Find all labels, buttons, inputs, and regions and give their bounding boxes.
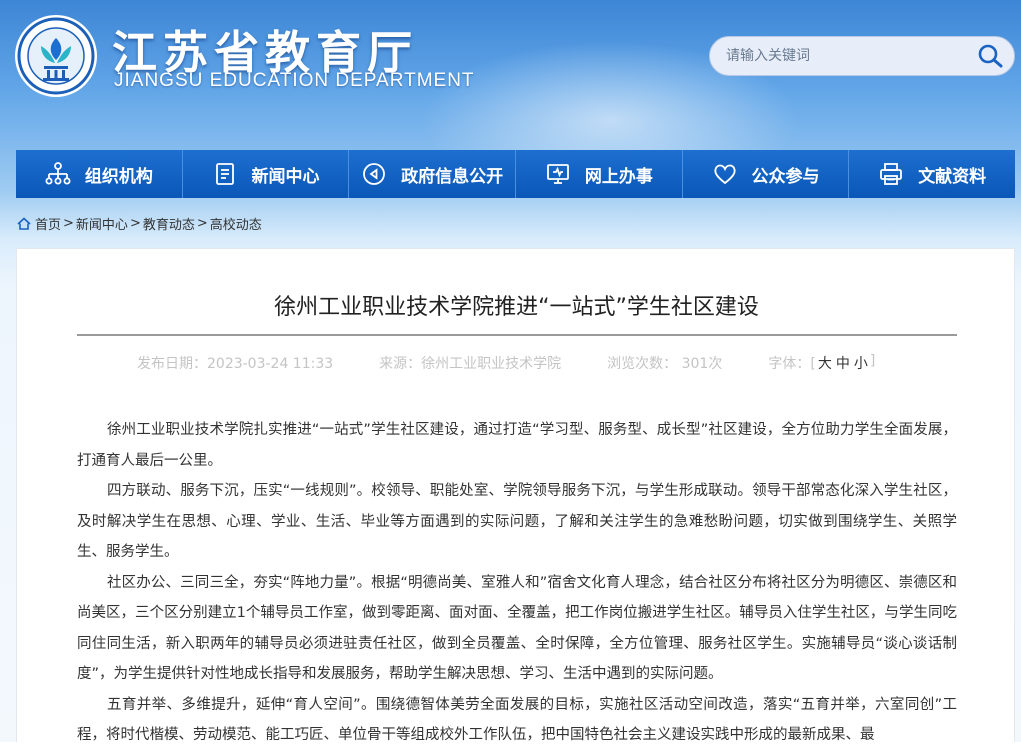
nav-label: 文献资料 xyxy=(918,166,987,187)
breadcrumb-education-news[interactable]: 教育动态 xyxy=(143,214,195,233)
nav-label: 政府信息公开 xyxy=(401,166,504,187)
breadcrumb-home[interactable]: 首页 xyxy=(35,214,61,233)
nav-item-org[interactable]: 组织机构 xyxy=(16,150,183,198)
breadcrumb-news-center[interactable]: 新闻中心 xyxy=(76,214,128,233)
title-divider xyxy=(77,334,957,336)
view-count: 浏览次数： 301次 xyxy=(607,356,723,372)
nav-item-news[interactable]: 新闻中心 xyxy=(183,150,350,198)
site-title-english: JIANGSU EDUCATION DEPARTMENT xyxy=(114,70,475,91)
nav-label: 新闻中心 xyxy=(251,166,320,187)
article-paragraph: 徐州工业职业技术学院扎实推进“一站式”学生社区建设，通过打造“学习型、服务型、成… xyxy=(77,422,957,469)
org-chart-icon xyxy=(45,161,71,187)
search-input[interactable] xyxy=(726,45,966,67)
nav-item-literature[interactable]: 文献资料 xyxy=(849,150,1015,198)
nav-label: 组织机构 xyxy=(84,166,153,187)
search-icon[interactable] xyxy=(976,42,1006,70)
breadcrumb: 首页 > 新闻中心 > 教育动态 > 高校动态 xyxy=(17,214,262,233)
article-paragraph: 五育并举、多维提升，延伸“育人空间”。围绕德智体美劳全面发展的目标，实施社区活动… xyxy=(77,696,957,744)
home-icon xyxy=(17,217,31,230)
article-paragraph: 四方联动、服务下沉，压实“一线规则”。校领导、职能处室、学院领导服务下沉，与学生… xyxy=(77,483,957,560)
main-nav: 组织机构 新闻中心 政府信息公开 网上办事 公众参与 文献资料 xyxy=(16,150,1015,198)
article-meta: 发布日期：2023-03-24 11:33 来源：徐州工业职业技术学院 浏览次数… xyxy=(137,353,875,373)
nav-label: 公众参与 xyxy=(751,166,820,187)
nav-item-public-participation[interactable]: 公众参与 xyxy=(683,150,850,198)
breadcrumb-separator: > xyxy=(196,216,208,231)
nav-item-online-service[interactable]: 网上办事 xyxy=(516,150,683,198)
logo-emblem[interactable] xyxy=(14,14,98,98)
font-size-bracket: ] xyxy=(869,353,876,369)
nav-label: 网上办事 xyxy=(584,166,653,187)
document-icon xyxy=(212,161,238,187)
monitor-icon xyxy=(545,161,571,187)
font-size-label: 字体：[ xyxy=(768,356,816,372)
search-box xyxy=(709,36,1015,76)
font-medium-button[interactable]: 中 xyxy=(836,353,850,373)
printer-icon xyxy=(878,161,904,187)
article-paragraph: 社区办公、三同三全，夯实“阵地力量”。根据“明德尚美、室雅人和”宿舍文化育人理念… xyxy=(77,574,957,683)
article-source: 来源：徐州工业职业技术学院 xyxy=(379,356,562,372)
article-title: 徐州工业职业技术学院推进“一站式”学生社区建设 xyxy=(274,295,759,320)
play-circle-icon xyxy=(361,161,387,187)
article-panel: 徐州工业职业技术学院推进“一站式”学生社区建设 发布日期：2023-03-24 … xyxy=(16,248,1015,743)
breadcrumb-college-news[interactable]: 高校动态 xyxy=(210,214,262,233)
article-body: 徐州工业职业技术学院扎实推进“一站式”学生社区建设，通过打造“学习型、服务型、成… xyxy=(77,415,957,751)
breadcrumb-separator: > xyxy=(129,216,141,231)
font-large-button[interactable]: 大 xyxy=(818,353,832,373)
publish-date: 发布日期：2023-03-24 11:33 xyxy=(137,356,334,372)
font-small-button[interactable]: 小 xyxy=(854,353,868,373)
nav-item-gov-info[interactable]: 政府信息公开 xyxy=(349,150,517,198)
heart-icon xyxy=(712,161,738,187)
breadcrumb-separator: > xyxy=(63,216,74,231)
